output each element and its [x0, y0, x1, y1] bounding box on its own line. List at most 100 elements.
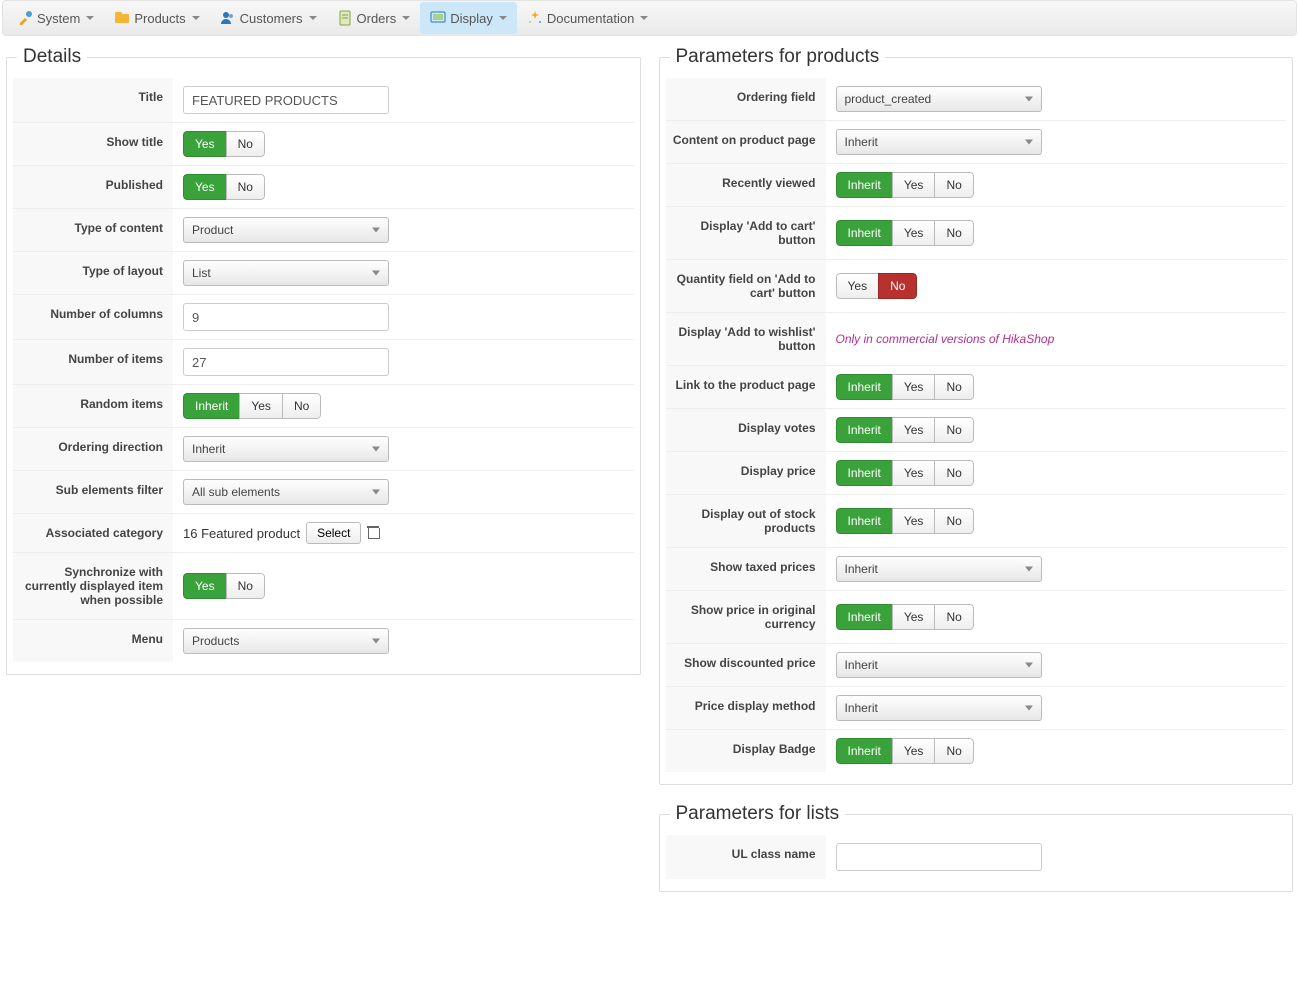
toggle-display-votes-no[interactable]: No [934, 417, 973, 443]
label-show-discounted-price: Show discounted price [666, 644, 826, 686]
toggle-display-price: Inherit Yes No [836, 460, 974, 486]
select-sub-elements-filter[interactable]: All sub elements [183, 479, 389, 505]
toggle-random-items-inherit[interactable]: Inherit [183, 393, 240, 419]
select-ordering-field[interactable]: product_created [836, 86, 1042, 112]
toggle-quantity-on-add-to-cart: Yes No [836, 273, 918, 299]
toggle-display-badge-yes[interactable]: Yes [892, 738, 936, 764]
toggle-link-to-product-page-no[interactable]: No [934, 374, 973, 400]
menu-system[interactable]: System [7, 2, 104, 34]
label-display-votes: Display votes [666, 409, 826, 451]
toggle-show-title-yes[interactable]: Yes [183, 131, 227, 157]
wrench-icon [17, 10, 33, 26]
label-content-on-product-page: Content on product page [666, 121, 826, 163]
label-display-badge: Display Badge [666, 730, 826, 772]
toggle-random-items-yes[interactable]: Yes [239, 393, 283, 419]
label-recently-viewed: Recently viewed [666, 164, 826, 206]
toggle-display-votes-yes[interactable]: Yes [892, 417, 936, 443]
label-title: Title [13, 78, 173, 122]
chevron-down-icon [192, 16, 200, 20]
toggle-link-to-product-page: Inherit Yes No [836, 374, 974, 400]
label-ul-class-name: UL class name [666, 835, 826, 879]
menu-customers[interactable]: Customers [210, 2, 327, 34]
toggle-random-items-no[interactable]: No [282, 393, 321, 419]
trash-icon[interactable] [367, 526, 379, 540]
toggle-display-out-of-stock-no[interactable]: No [934, 508, 973, 534]
toggle-recently-viewed-inherit[interactable]: Inherit [836, 172, 893, 198]
label-published: Published [13, 166, 173, 208]
label-num-columns: Number of columns [13, 295, 173, 339]
toggle-display-add-to-cart-no[interactable]: No [934, 220, 973, 246]
select-type-content[interactable]: Product [183, 217, 389, 243]
chevron-down-icon [402, 16, 410, 20]
toggle-quantity-on-add-to-cart-no[interactable]: No [878, 273, 917, 299]
select-show-taxed-prices[interactable]: Inherit [836, 556, 1042, 582]
toggle-link-to-product-page-yes[interactable]: Yes [892, 374, 936, 400]
toggle-display-badge-inherit[interactable]: Inherit [836, 738, 893, 764]
label-display-add-to-wishlist: Display 'Add to wishlist' button [666, 313, 826, 365]
toggle-display-price-inherit[interactable]: Inherit [836, 460, 893, 486]
toggle-display-add-to-cart-inherit[interactable]: Inherit [836, 220, 893, 246]
select-show-discounted-price[interactable]: Inherit [836, 652, 1042, 678]
toggle-display-out-of-stock-yes[interactable]: Yes [892, 508, 936, 534]
toggle-published-yes[interactable]: Yes [183, 174, 227, 200]
select-type-layout[interactable]: List [183, 260, 389, 286]
display-icon [430, 10, 446, 26]
menu-label: Orders [357, 11, 397, 26]
menu-display[interactable]: Display [420, 2, 517, 34]
label-link-to-product-page: Link to the product page [666, 366, 826, 408]
label-show-taxed-prices: Show taxed prices [666, 548, 826, 590]
menu-products[interactable]: Products [104, 2, 209, 34]
toggle-show-price-original-currency-inherit[interactable]: Inherit [836, 604, 893, 630]
chevron-down-icon [499, 16, 507, 20]
sparkle-icon [527, 10, 543, 26]
select-price-display-method[interactable]: Inherit [836, 695, 1042, 721]
toggle-link-to-product-page-inherit[interactable]: Inherit [836, 374, 893, 400]
input-num-columns[interactable] [183, 303, 389, 331]
toggle-recently-viewed-yes[interactable]: Yes [892, 172, 936, 198]
toggle-published-no[interactable]: No [226, 174, 265, 200]
toggle-display-price-yes[interactable]: Yes [892, 460, 936, 486]
input-ul-class-name[interactable] [836, 843, 1042, 871]
select-menu[interactable]: Products [183, 628, 389, 654]
toggle-published: Yes No [183, 174, 265, 200]
label-type-content: Type of content [13, 209, 173, 251]
users-icon [220, 10, 236, 26]
label-associated-category: Associated category [13, 514, 173, 552]
chevron-down-icon [640, 16, 648, 20]
select-category-button[interactable]: Select [306, 522, 361, 544]
toggle-synchronize: Yes No [183, 573, 265, 599]
legend-params-lists: Parameters for lists [670, 803, 846, 825]
toggle-show-title-no[interactable]: No [226, 131, 265, 157]
chevron-down-icon [309, 16, 317, 20]
toggle-quantity-on-add-to-cart-yes[interactable]: Yes [836, 273, 880, 299]
toggle-display-add-to-cart-yes[interactable]: Yes [892, 220, 936, 246]
input-num-items[interactable] [183, 348, 389, 376]
menu-orders[interactable]: Orders [327, 2, 421, 34]
panel-params-lists: Parameters for lists UL class name [659, 803, 1294, 892]
label-quantity-on-add-to-cart: Quantity field on 'Add to cart' button [666, 260, 826, 312]
input-title[interactable] [183, 86, 389, 114]
label-synchronize: Synchronize with currently displayed ite… [13, 553, 173, 619]
toggle-synchronize-yes[interactable]: Yes [183, 573, 227, 599]
toggle-recently-viewed-no[interactable]: No [934, 172, 973, 198]
main-menubar: System Products Customers Orders Display… [2, 0, 1297, 36]
label-price-display-method: Price display method [666, 687, 826, 729]
toggle-display-add-to-cart: Inherit Yes No [836, 220, 974, 246]
select-content-on-product-page[interactable]: Inherit [836, 129, 1042, 155]
select-ordering-direction[interactable]: Inherit [183, 436, 389, 462]
toggle-synchronize-no[interactable]: No [226, 573, 265, 599]
toggle-show-price-original-currency-yes[interactable]: Yes [892, 604, 936, 630]
label-menu: Menu [13, 620, 173, 662]
toggle-display-votes-inherit[interactable]: Inherit [836, 417, 893, 443]
chevron-down-icon [86, 16, 94, 20]
toggle-display-price-no[interactable]: No [934, 460, 973, 486]
menu-documentation[interactable]: Documentation [517, 2, 658, 34]
toggle-display-out-of-stock-inherit[interactable]: Inherit [836, 508, 893, 534]
label-ordering-direction: Ordering direction [13, 428, 173, 470]
toggle-show-price-original-currency-no[interactable]: No [934, 604, 973, 630]
toggle-display-badge-no[interactable]: No [934, 738, 973, 764]
toggle-show-title: Yes No [183, 131, 265, 157]
menu-label: Products [134, 11, 185, 26]
menu-label: Documentation [547, 11, 634, 26]
label-display-price: Display price [666, 452, 826, 494]
